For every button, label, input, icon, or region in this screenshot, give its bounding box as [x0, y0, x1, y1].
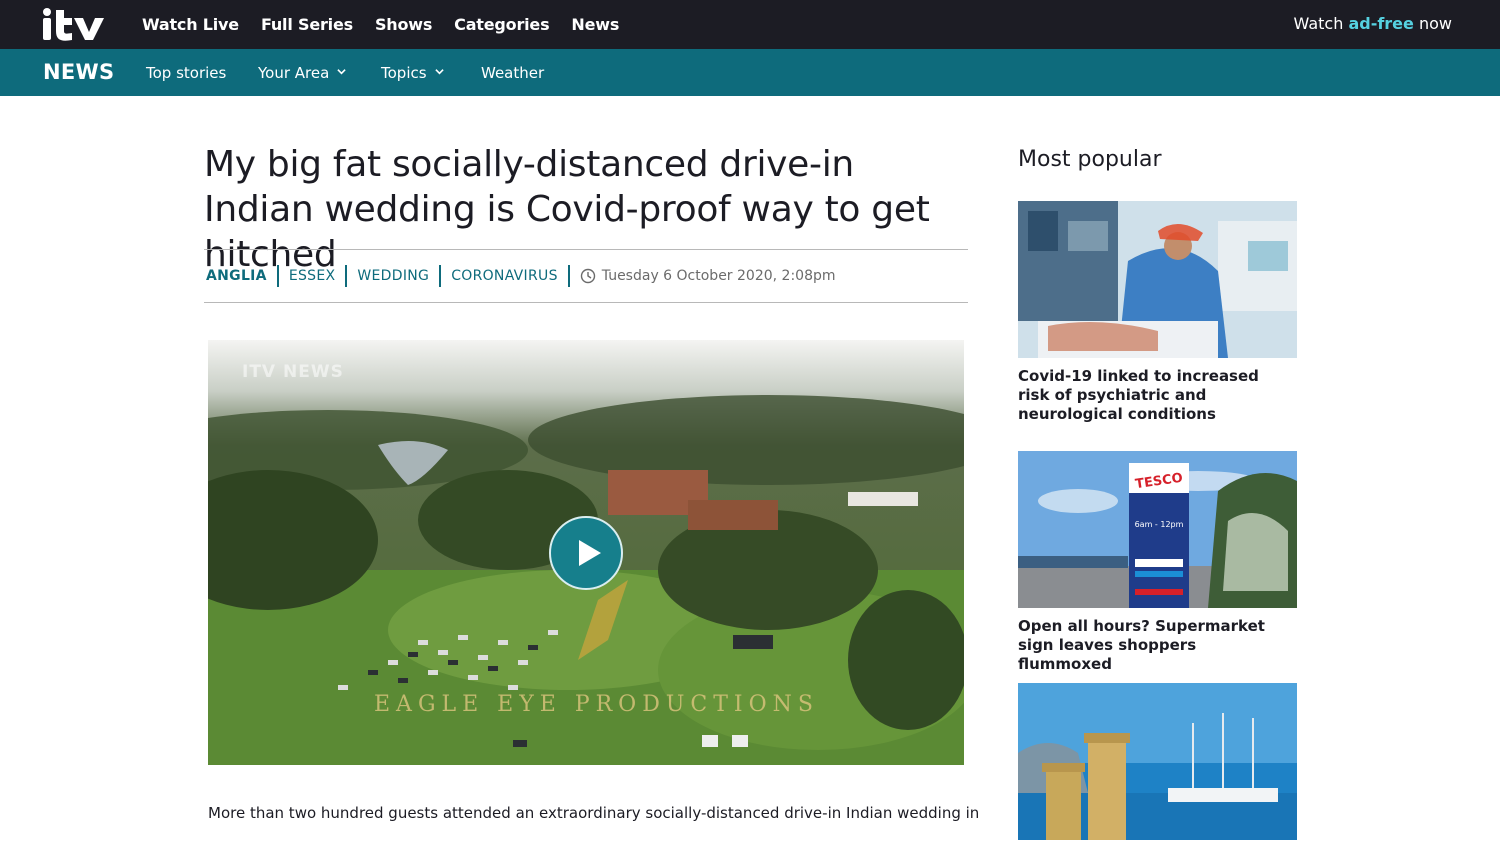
nav-top-stories[interactable]: Top stories [146, 64, 226, 82]
watch-suffix: now [1413, 14, 1452, 33]
chevron-down-icon [337, 69, 346, 75]
nav-news[interactable]: News [571, 15, 619, 34]
popular-item[interactable] [1018, 683, 1297, 849]
watch-prefix: Watch [1293, 14, 1349, 33]
chevron-down-icon [434, 69, 444, 75]
top-navigation-bar: itv Watch Live Full Series Shows Categor… [0, 0, 1500, 49]
tesco-hours-text: 6am - 12pm [1135, 520, 1184, 529]
nav-topics[interactable]: Topics [381, 64, 444, 82]
nav-shows[interactable]: Shows [375, 15, 432, 34]
topics-label: Topics [381, 64, 427, 82]
popular-item-image [1018, 201, 1297, 358]
clock-icon [580, 268, 595, 284]
tag-coronavirus[interactable]: CORONAVIRUS [441, 265, 570, 287]
your-area-label: Your Area [258, 64, 330, 82]
timestamp-text: Tuesday 6 October 2020, 2:08pm [601, 268, 836, 284]
news-navigation-bar: NEWS Top stories Your Area Topics Weathe… [0, 49, 1500, 96]
popular-item-caption: Covid-19 linked to increased risk of psy… [1018, 367, 1259, 423]
tag-wedding[interactable]: WEDDING [347, 265, 442, 287]
tag-essex[interactable]: ESSEX [279, 265, 348, 287]
nav-categories[interactable]: Categories [454, 15, 549, 34]
top-nav: Watch Live Full Series Shows Categories … [142, 0, 641, 49]
video-player[interactable]: ITV NEWS EAGLE EYE PRODUCTIONS [208, 340, 964, 765]
tag-anglia[interactable]: ANGLIA [204, 265, 279, 287]
ad-free-accent: ad-free [1348, 14, 1414, 33]
popular-item-image: TESCO 6am - 12pm [1018, 451, 1297, 608]
news-brand[interactable]: NEWS [43, 60, 114, 84]
popular-item-image [1018, 683, 1297, 840]
video-watermark: EAGLE EYE PRODUCTIONS [374, 692, 819, 717]
popular-item[interactable]: Covid-19 linked to increased risk of psy… [1018, 201, 1297, 424]
play-button[interactable] [549, 516, 623, 590]
play-icon [579, 540, 601, 566]
itv-news-mark: ITV NEWS [242, 362, 344, 382]
watch-ad-free-link[interactable]: Watch ad-free now [1294, 14, 1452, 33]
nav-full-series[interactable]: Full Series [261, 15, 353, 34]
nav-watch-live[interactable]: Watch Live [142, 15, 239, 34]
article-body: More than two hundred guests attended an… [208, 804, 980, 822]
popular-item-caption: Open all hours? Supermarket sign leaves … [1018, 617, 1265, 673]
most-popular-title: Most popular [1018, 147, 1162, 172]
article-timestamp: Tuesday 6 October 2020, 2:08pm [570, 268, 836, 284]
nav-weather[interactable]: Weather [481, 64, 544, 82]
itv-logo[interactable]: itv [42, 6, 110, 42]
article-meta: ANGLIA ESSEX WEDDING CORONAVIRUS Tuesday… [204, 249, 968, 303]
nav-your-area[interactable]: Your Area [258, 64, 346, 82]
popular-item[interactable]: TESCO 6am - 12pm Open all hours? Superma… [1018, 451, 1297, 674]
